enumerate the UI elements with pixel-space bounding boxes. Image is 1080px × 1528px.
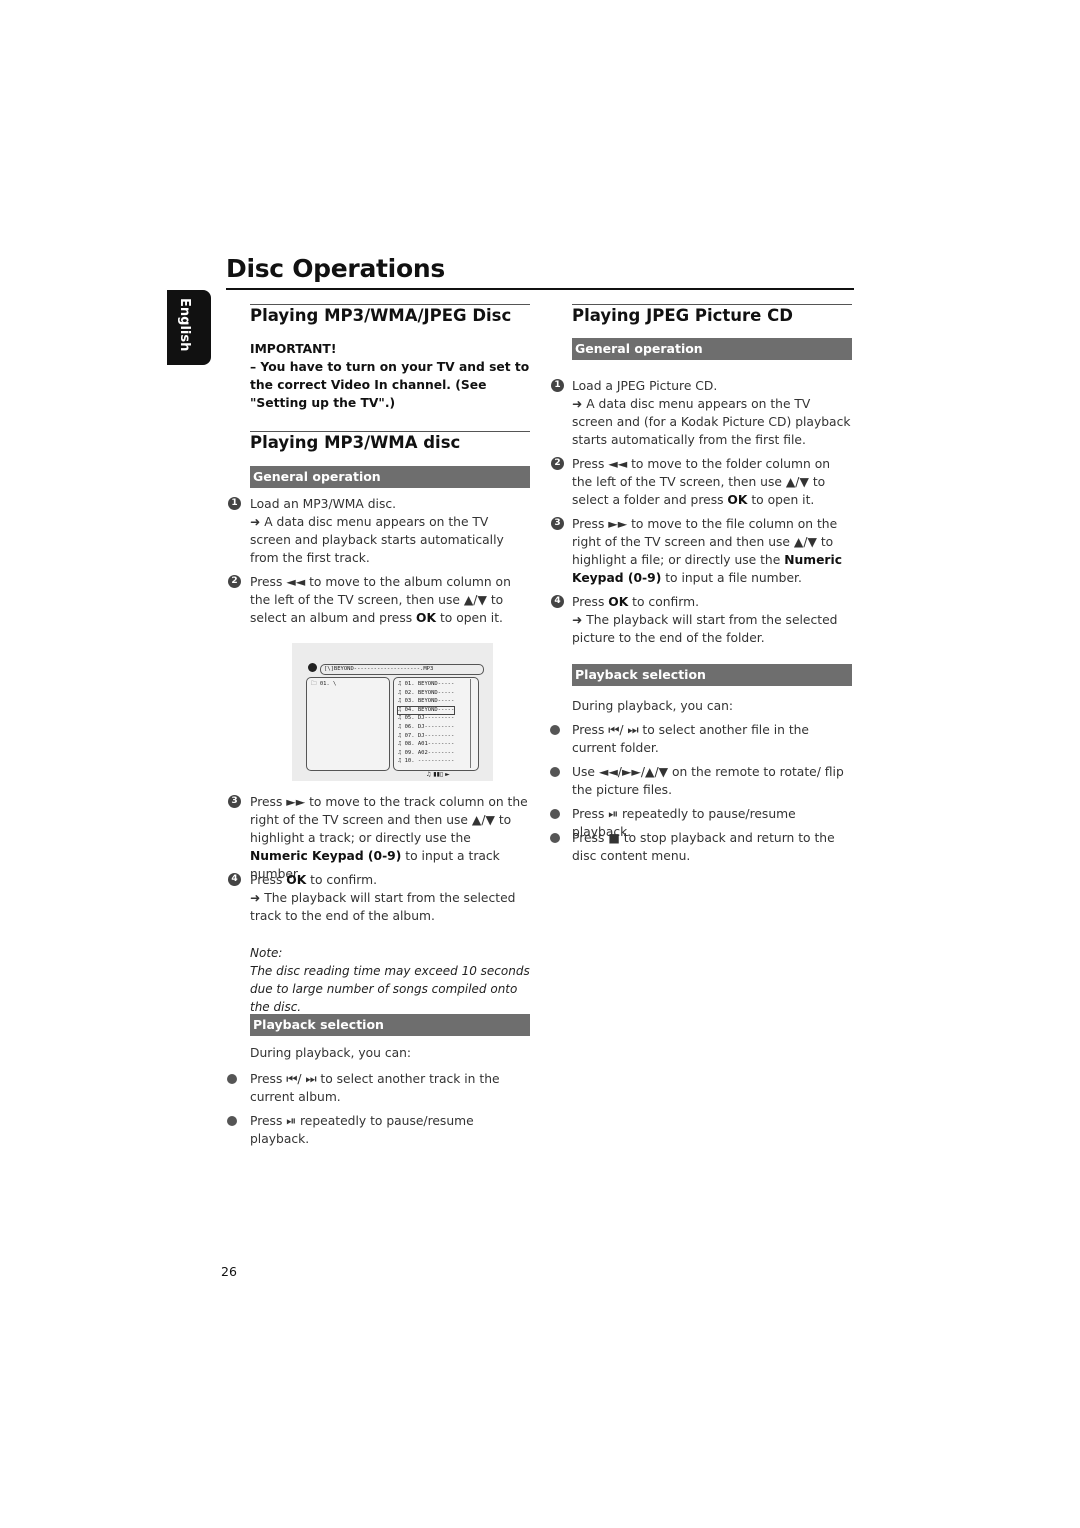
step-text: Press OK to confirm. ➜ The playback will … [250,873,516,923]
disc-icon [308,663,317,672]
bullet [550,833,560,843]
step-text: Load an MP3/WMA disc. ➜ A data disc menu … [250,497,504,565]
section-rule [250,304,530,305]
step-text: Press ►► to move to the file column on t… [572,517,842,585]
playback-intro: During playback, you can: [250,1046,412,1060]
step-text: Press ◄◄ to move to the album column on … [250,575,511,625]
step-number: 1 [228,497,241,510]
step-number: 4 [551,595,564,608]
note-label: Note: [250,946,283,960]
tv-screen-menu: [\]BEYOND--------------------.MP3 🗀 01. … [292,643,493,781]
folder-column: 🗀 01. \ [306,677,390,771]
step-text: Load a JPEG Picture CD. ➜ A data disc men… [572,379,851,447]
page-number: 26 [221,1264,237,1279]
title-rule [226,288,854,290]
page-title: Disc Operations [226,254,445,283]
bullet [550,767,560,777]
playback-item: Press ⏮/ ⏭ to select another track in th… [250,1072,500,1104]
playback-item: Use ◄◄/►►/▲/▼ on the remote to rotate/ f… [572,765,844,797]
step-text: Press ►► to move to the track column on … [250,795,528,881]
step-text: Press ◄◄ to move to the folder column on… [572,457,831,507]
folder-item: 🗀 01. \ [311,681,337,687]
note-text: The disc reading time may exceed 10 seco… [250,964,530,1014]
step-number: 1 [551,379,564,392]
bullet [550,725,560,735]
screen-path: [\]BEYOND--------------------.MP3 [320,664,484,675]
track-item: ♫ 02. BEYOND----- [398,689,455,696]
step-number: 2 [551,457,564,470]
bullet [227,1074,237,1084]
status-icons: ♫ ▮▮▯ ► [426,771,450,778]
playback-intro: During playback, you can: [572,699,734,713]
step-number: 3 [228,795,241,808]
scrollbar [470,679,477,768]
track-item: ♫ 05. DJ--------- [398,715,455,722]
language-label: English [177,298,192,352]
playback-selection-bar: Playback selection [250,1014,530,1036]
step-text: Press OK to confirm. ➜ The playback will … [572,595,838,645]
track-item: ♫ 07. DJ--------- [398,732,455,739]
playback-item: Press ⏮/ ⏭ to select another file in the… [572,723,809,755]
language-tab: English [167,290,211,365]
track-item: ♫ 08. A01-------- [398,741,455,748]
playback-selection-bar: Playback selection [572,664,852,686]
step-number: 2 [228,575,241,588]
bullet [550,809,560,819]
step-number: 4 [228,873,241,886]
track-item: ♫ 01. BEYOND----- [398,681,455,687]
step-number: 3 [551,517,564,530]
bullet [227,1116,237,1126]
track-item: ♫ 06. DJ--------- [398,724,455,730]
general-operation-bar: General operation [250,466,530,488]
section-rule [250,431,530,432]
track-item: ♫ 09. A02-------- [398,749,455,756]
general-operation-bar: General operation [572,338,852,360]
playback-item: Press ⏯ repeatedly to pause/resume playb… [250,1114,474,1146]
heading-jpeg-picture-cd: Playing JPEG Picture CD [572,306,793,325]
heading-mp3-wma: Playing MP3/WMA disc [250,433,461,452]
important-text: – You have to turn on your TV and set to… [250,360,530,410]
heading-mp3-wma-jpeg: Playing MP3/WMA/JPEG Disc [250,306,512,325]
playback-item: Press ■ to stop playback and return to t… [572,831,835,863]
track-item: ♫ 03. BEYOND----- [398,698,455,705]
section-rule [572,304,852,305]
track-column: ♫ 01. BEYOND----- ♫ 02. BEYOND----- ♫ 03. … [393,677,479,771]
track-item: ♫ 04. BEYOND----- [396,705,456,715]
important-label: IMPORTANT! [250,342,337,356]
track-item: ♫ 10. ----------- [398,758,455,765]
